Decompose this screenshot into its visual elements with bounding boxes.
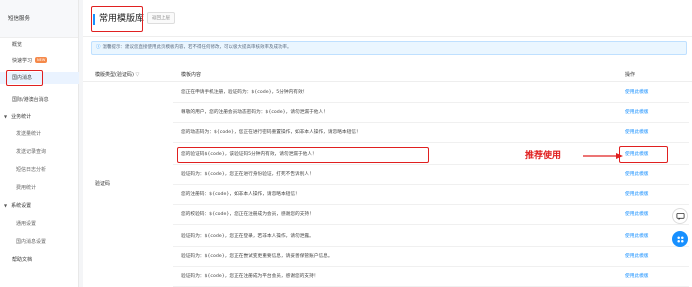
table-row: 您的校验码：${code}，您正在注册成为会员，感谢您的支持！ 使用此模版 bbox=[173, 205, 689, 225]
use-template-link[interactable]: 使用此模版 bbox=[625, 233, 648, 239]
arrow-right-icon bbox=[583, 153, 623, 159]
template-content: 您的注册码：${code}，如非本人操作，请忽略本短信！ bbox=[181, 192, 300, 197]
sidebar-item-send-stats[interactable]: 发送量统计 bbox=[0, 128, 79, 140]
table-header bbox=[83, 68, 692, 82]
info-icon: ⓘ bbox=[96, 45, 101, 50]
highlight-box-action bbox=[619, 146, 668, 163]
sidebar-item-domestic-settings[interactable]: 国内消息设置 bbox=[0, 236, 79, 248]
highlight-box-row bbox=[177, 147, 429, 163]
sidebar-item-label: 快速学习 bbox=[12, 58, 33, 64]
apps-button[interactable] bbox=[672, 231, 688, 247]
column-header-content: 模板内容 bbox=[181, 72, 202, 78]
use-template-link[interactable]: 使用此模版 bbox=[625, 253, 648, 259]
sidebar-title: 短信服务 bbox=[0, 0, 78, 38]
caret-down-icon: ▼ bbox=[4, 203, 8, 208]
use-template-link[interactable]: 使用此模版 bbox=[625, 109, 648, 115]
table-row: 您的注册码：${code}，如非本人操作，请忽略本短信！ 使用此模版 bbox=[173, 185, 689, 205]
title-bar: 常用模版库 返回上层 bbox=[83, 0, 692, 37]
use-template-link[interactable]: 使用此模版 bbox=[625, 171, 648, 177]
filter-icon[interactable]: ▽ bbox=[136, 72, 140, 78]
sidebar-item-label: 短信日志分析 bbox=[16, 167, 47, 173]
sidebar-group-settings[interactable]: ▼ 系统设置 bbox=[0, 200, 79, 212]
sidebar-item-log-analysis[interactable]: 短信日志分析 bbox=[0, 164, 79, 176]
sidebar-group-label: 系统设置 bbox=[11, 203, 32, 209]
sidebar-item-general-settings[interactable]: 通用设置 bbox=[0, 218, 79, 230]
sidebar-item-help[interactable]: 帮助文档 bbox=[0, 254, 79, 266]
category-cell: 验证码 bbox=[95, 181, 111, 187]
sidebar-group-label: 业务统计 bbox=[11, 114, 32, 120]
sidebar: 短信服务 概览 快速学习 NEW 国内消息 国际/港澳台消息 ▼ 业务统计 发送量统… bbox=[0, 0, 79, 287]
table-row: 您的动态码为：${code}，您正在进行密码重置操作，如非本人操作，请忽略本短信… bbox=[173, 123, 689, 143]
template-content: 验证码为：${code}，您正在进行身份验证，打死不告诉别人！ bbox=[181, 172, 314, 177]
use-template-link[interactable]: 使用此模版 bbox=[625, 89, 648, 95]
column-header-action: 操作 bbox=[625, 72, 636, 78]
chat-icon bbox=[675, 212, 685, 220]
sidebar-item-label: 帮助文档 bbox=[12, 257, 33, 263]
use-template-link[interactable]: 使用此模版 bbox=[625, 211, 648, 217]
apps-icon bbox=[676, 235, 684, 243]
use-template-link[interactable]: 使用此模版 bbox=[625, 273, 648, 279]
sidebar-item-send-records[interactable]: 发送记录查询 bbox=[0, 146, 79, 158]
sidebar-item-label: 发送记录查询 bbox=[16, 149, 47, 155]
template-content: 验证码为：${code}，您正在登录，若非本人操作，请勿泄露。 bbox=[181, 234, 314, 239]
chat-button[interactable] bbox=[672, 208, 688, 224]
sidebar-item-quick-learn[interactable]: 快速学习 NEW bbox=[0, 55, 79, 67]
table-row: 验证码为：${code}，您正在进行身份验证，打死不告诉别人！ 使用此模版 bbox=[173, 165, 689, 185]
caret-down-icon: ▼ bbox=[4, 114, 8, 119]
sidebar-item-international[interactable]: 国际/港澳台消息 bbox=[0, 94, 79, 106]
back-button[interactable]: 返回上层 bbox=[147, 12, 175, 24]
table-row: 您正在申请手机注册，验证码为：${code}，5分钟内有效！ 使用此模版 bbox=[173, 83, 689, 103]
use-template-link[interactable]: 使用此模版 bbox=[625, 191, 648, 197]
table-row: 尊敬的用户，您的注册会员动态密码为：${code}，请勿泄漏于他人！ 使用此模版 bbox=[173, 103, 689, 123]
table-row: 验证码为：${code}，您正在尝试变更重要信息，请妥善保管账户信息。 使用此模版 bbox=[173, 247, 689, 267]
table-row: 验证码为：${code}，您正在登录，若非本人操作，请勿泄露。 使用此模版 bbox=[173, 227, 689, 247]
sidebar-item-fee-stats[interactable]: 费用统计 bbox=[0, 182, 79, 194]
template-content: 您正在申请手机注册，验证码为：${code}，5分钟内有效！ bbox=[181, 90, 308, 95]
table-row: 验证码为：${code}，您正在注册成为平台会员，感谢您的支持！ 使用此模版 bbox=[173, 267, 689, 287]
sidebar-item-label: 发送量统计 bbox=[16, 131, 42, 137]
new-badge: NEW bbox=[35, 57, 48, 63]
sidebar-item-label: 概览 bbox=[12, 42, 23, 48]
highlight-box-sidebar bbox=[6, 70, 43, 86]
template-content: 验证码为：${code}，您正在尝试变更重要信息，请妥善保管账户信息。 bbox=[181, 254, 333, 259]
recommend-annotation: 推荐使用 bbox=[525, 151, 562, 161]
template-content: 验证码为：${code}，您正在注册成为平台会员，感谢您的支持！ bbox=[181, 274, 319, 279]
template-content: 您的动态码为：${code}，您正在进行密码重置操作，如非本人操作，请忽略本短信… bbox=[181, 130, 361, 135]
notice-bar: ⓘ 温馨提示：建议您直接使用此页模板内容，若不得任何修改，可以极大提高审核效率及成… bbox=[91, 41, 687, 55]
sidebar-item-overview[interactable]: 概览 bbox=[0, 39, 79, 51]
use-template-link[interactable]: 使用此模版 bbox=[625, 129, 648, 135]
main-panel: 常用模版库 返回上层 ⓘ 温馨提示：建议您直接使用此页模板内容，若不得任何修改，可… bbox=[83, 0, 692, 287]
highlight-box-title bbox=[91, 6, 143, 32]
template-content: 尊敬的用户，您的注册会员动态密码为：${code}，请勿泄漏于他人！ bbox=[181, 110, 328, 115]
column-header-label: 模版类型(验证码) bbox=[95, 72, 134, 78]
sidebar-item-label: 国内消息设置 bbox=[16, 239, 47, 245]
sidebar-item-label: 费用统计 bbox=[16, 185, 37, 191]
column-header-category[interactable]: 模版类型(验证码) ▽ bbox=[95, 68, 139, 82]
sidebar-group-stats[interactable]: ▼ 业务统计 bbox=[0, 111, 79, 123]
notice-text: 温馨提示：建议您直接使用此页模板内容，若不得任何修改，可以极大提高审核效率及成功… bbox=[102, 45, 292, 50]
sidebar-item-label: 通用设置 bbox=[16, 221, 37, 227]
sidebar-item-label: 国际/港澳台消息 bbox=[12, 97, 49, 103]
template-content: 您的校验码：${code}，您正在注册成为会员，感谢您的支持！ bbox=[181, 212, 314, 217]
